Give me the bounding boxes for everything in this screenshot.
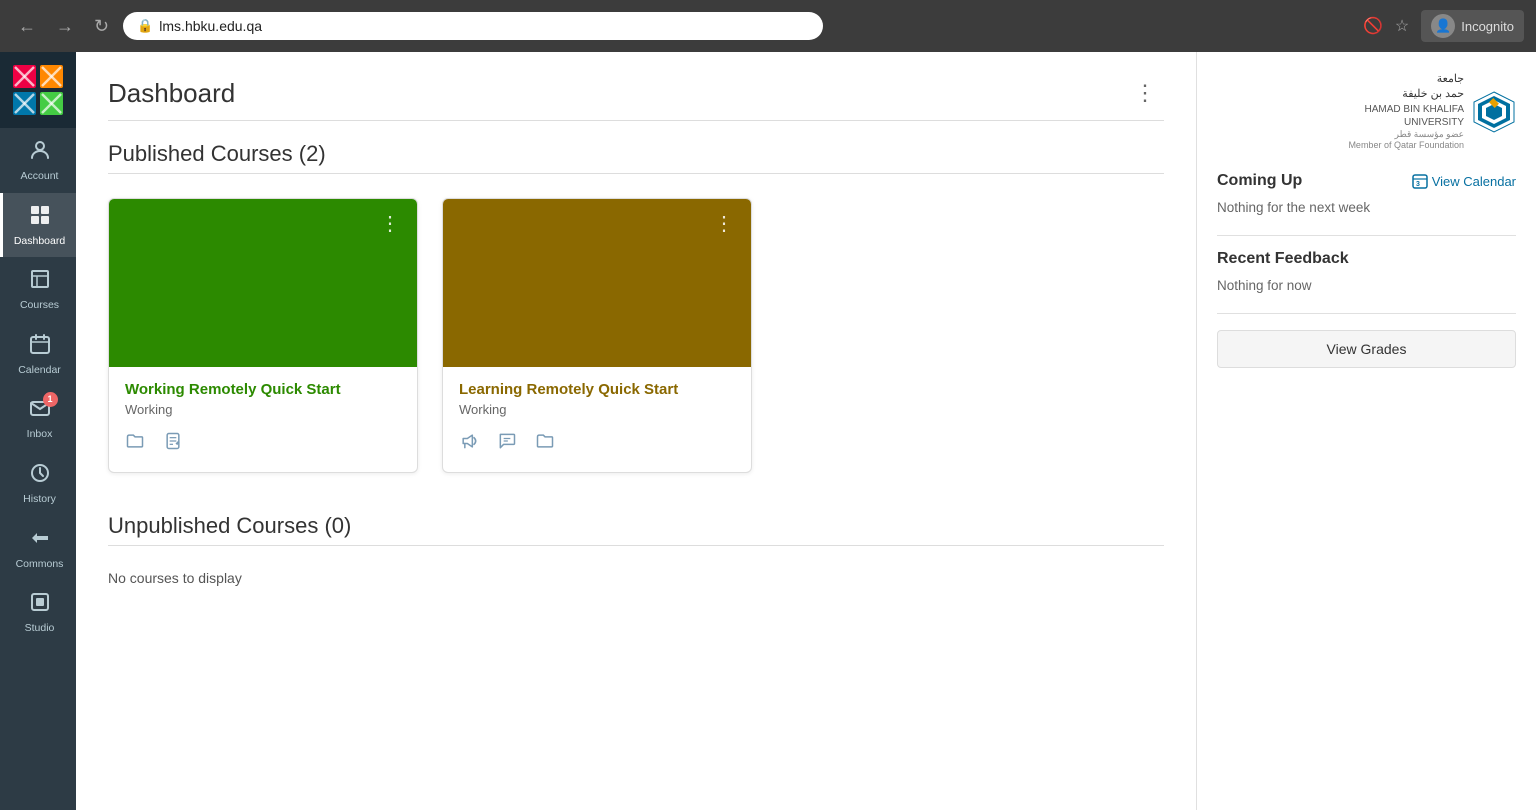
folder-icon-1[interactable] — [125, 431, 145, 456]
sidebar-logo[interactable] — [0, 52, 76, 128]
coming-up-divider — [1217, 235, 1516, 236]
course-status-2: Working — [459, 402, 735, 417]
right-sidebar: جامعةحمد بن خليفة HAMAD BIN KHALIFAUNIVE… — [1196, 52, 1536, 810]
uni-name-english: HAMAD BIN KHALIFAUNIVERSITY — [1348, 103, 1464, 129]
card-body-2: Learning Remotely Quick Start Working — [443, 367, 751, 472]
inbox-icon-wrapper: 1 — [28, 396, 52, 424]
coming-up-empty-text: Nothing for the next week — [1217, 200, 1516, 215]
coming-up-section: Coming Up 3 View Calendar Nothing for th… — [1217, 172, 1516, 215]
sidebar-item-inbox[interactable]: 1 Inbox — [0, 386, 76, 451]
sidebar-item-label-inbox: Inbox — [27, 428, 53, 441]
page-menu-button[interactable]: ⋮ — [1126, 76, 1164, 110]
coming-up-header: Coming Up 3 View Calendar — [1217, 172, 1516, 190]
sidebar-item-label-history: History — [23, 493, 56, 506]
content-area: Dashboard ⋮ Published Courses (2) ⋮ Work… — [76, 52, 1536, 810]
courses-grid: ⋮ Working Remotely Quick Start Working — [108, 198, 1164, 473]
published-courses-title: Published Courses (2) — [108, 141, 1164, 167]
address-bar[interactable]: 🔒 lms.hbku.edu.qa — [123, 12, 823, 40]
star-icon[interactable]: ☆ — [1395, 16, 1409, 36]
card-header-green: ⋮ — [109, 199, 417, 367]
sidebar-item-label-commons: Commons — [16, 558, 64, 571]
course-card-working-remotely[interactable]: ⋮ Working Remotely Quick Start Working — [108, 198, 418, 473]
uni-tagline: عضو مؤسسة قطرMember of Qatar Foundation — [1348, 129, 1464, 152]
sidebar-item-account[interactable]: Account — [0, 128, 76, 193]
studio-icon — [28, 590, 52, 618]
header-divider — [108, 120, 1164, 121]
edit-icon-1[interactable] — [163, 431, 183, 456]
sidebar-item-studio[interactable]: Studio — [0, 580, 76, 645]
incognito-label: Incognito — [1461, 19, 1514, 34]
card-actions-2 — [459, 431, 735, 456]
announcement-icon[interactable] — [459, 431, 479, 456]
view-calendar-link[interactable]: 3 View Calendar — [1412, 173, 1516, 189]
lock-icon: 🔒 — [137, 18, 153, 34]
reload-button[interactable]: ↻ — [88, 12, 115, 41]
page-header: Dashboard ⋮ — [108, 76, 1164, 110]
unpublished-courses-title: Unpublished Courses (0) — [108, 513, 1164, 539]
url-text: lms.hbku.edu.qa — [159, 18, 262, 34]
sidebar-item-courses[interactable]: Courses — [0, 257, 76, 322]
unpublished-section-divider — [108, 545, 1164, 546]
sidebar-item-commons[interactable]: Commons — [0, 516, 76, 581]
no-courses-text: No courses to display — [108, 570, 1164, 586]
view-calendar-label: View Calendar — [1432, 174, 1516, 189]
sidebar-item-calendar[interactable]: Calendar — [0, 322, 76, 387]
page-title: Dashboard — [108, 78, 235, 109]
card-actions-1 — [125, 431, 401, 456]
folder-icon-2[interactable] — [535, 431, 555, 456]
published-section-divider — [108, 173, 1164, 174]
course-name-1[interactable]: Working Remotely Quick Start — [125, 381, 401, 398]
sidebar-item-label-account: Account — [21, 170, 59, 183]
course-card-learning-remotely[interactable]: ⋮ Learning Remotely Quick Start Working — [442, 198, 752, 473]
sidebar-item-history[interactable]: History — [0, 451, 76, 516]
course-status-1: Working — [125, 402, 401, 417]
commons-icon — [28, 526, 52, 554]
calendar-icon — [28, 332, 52, 360]
no-camera-icon: 🚫 — [1363, 16, 1383, 36]
sidebar-item-label-dashboard: Dashboard — [14, 235, 65, 248]
uni-name-arabic: جامعةحمد بن خليفة — [1348, 72, 1464, 103]
coming-up-title: Coming Up — [1217, 172, 1302, 190]
calendar-small-icon: 3 — [1412, 173, 1428, 189]
course-name-2[interactable]: Learning Remotely Quick Start — [459, 381, 735, 398]
incognito-button[interactable]: 👤 Incognito — [1421, 10, 1524, 42]
browser-toolbar-right: 🚫 ☆ 👤 Incognito — [1363, 10, 1524, 42]
card-menu-button-2[interactable]: ⋮ — [708, 209, 741, 238]
card-menu-button-1[interactable]: ⋮ — [374, 209, 407, 238]
inbox-badge: 1 — [43, 392, 58, 407]
browser-chrome: ← → ↻ 🔒 lms.hbku.edu.qa 🚫 ☆ 👤 Incognito — [0, 0, 1536, 52]
sidebar-item-label-calendar: Calendar — [18, 364, 61, 377]
forward-button[interactable]: → — [50, 12, 80, 41]
courses-icon — [28, 267, 52, 295]
back-button[interactable]: ← — [12, 12, 42, 41]
university-logo-svg — [1472, 90, 1516, 134]
university-name-text: جامعةحمد بن خليفة HAMAD BIN KHALIFAUNIVE… — [1348, 72, 1464, 152]
main-content: Dashboard ⋮ Published Courses (2) ⋮ Work… — [76, 52, 1196, 810]
dashboard-icon — [28, 203, 52, 231]
sidebar-item-dashboard[interactable]: Dashboard — [0, 193, 76, 258]
card-body-1: Working Remotely Quick Start Working — [109, 367, 417, 472]
sidebar-item-label-courses: Courses — [20, 299, 59, 312]
avatar: 👤 — [1431, 14, 1455, 38]
recent-feedback-empty-text: Nothing for now — [1217, 278, 1516, 293]
svg-text:3: 3 — [1416, 181, 1420, 188]
recent-feedback-title: Recent Feedback — [1217, 250, 1516, 268]
sidebar-item-label-studio: Studio — [25, 622, 55, 635]
account-icon — [28, 138, 52, 166]
recent-feedback-section: Recent Feedback Nothing for now — [1217, 250, 1516, 293]
logo-svg — [13, 65, 63, 115]
feedback-divider — [1217, 313, 1516, 314]
app-body: Account Dashboard — [0, 52, 1536, 810]
chat-icon[interactable] — [497, 431, 517, 456]
history-icon — [28, 461, 52, 489]
university-logo-area: جامعةحمد بن خليفة HAMAD BIN KHALIFAUNIVE… — [1217, 72, 1516, 152]
card-header-brown: ⋮ — [443, 199, 751, 367]
sidebar: Account Dashboard — [0, 52, 76, 810]
view-grades-button[interactable]: View Grades — [1217, 330, 1516, 368]
